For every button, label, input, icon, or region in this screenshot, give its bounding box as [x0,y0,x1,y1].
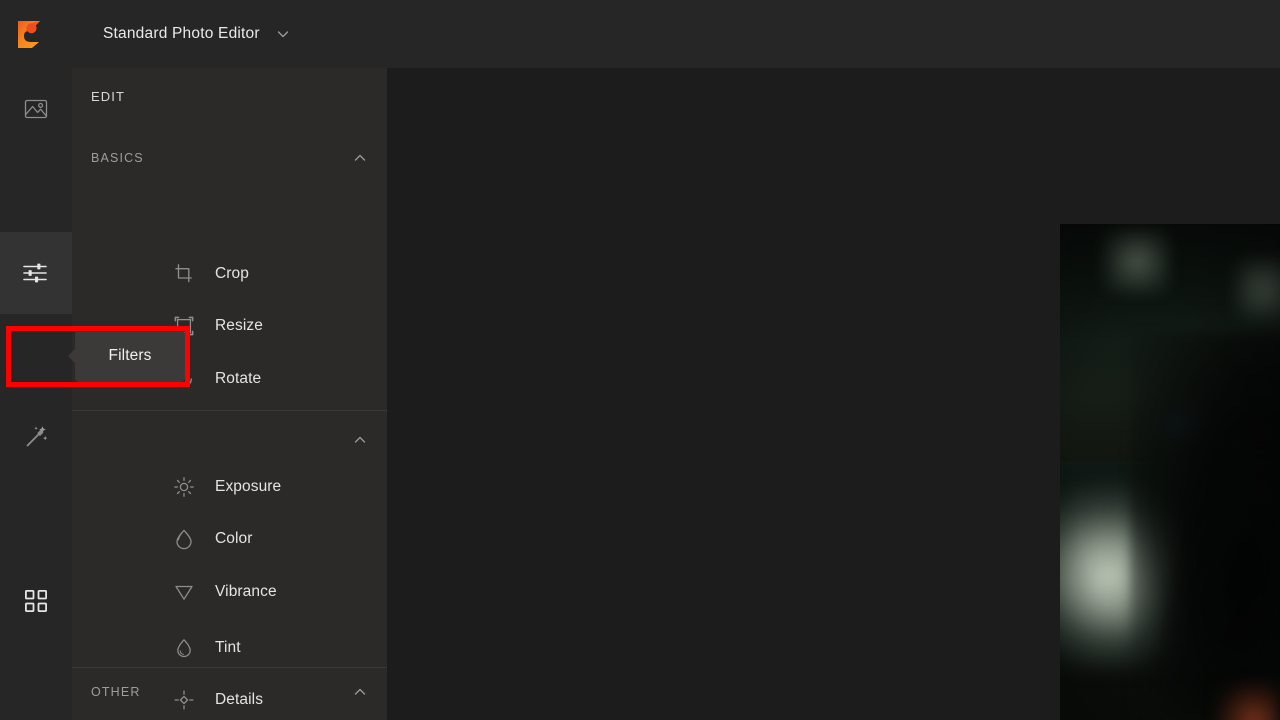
sun-icon [173,476,195,498]
tooltip-label: Filters [108,347,152,364]
app-logo-c-mark-icon [18,21,40,48]
sidebar-item-adjust[interactable] [0,232,72,314]
section-divider [72,667,387,668]
menu-item-label: Color [215,530,253,547]
menu-item-label: Crop [215,265,249,282]
menu-item-label: Rotate [215,370,262,387]
tool-rail [0,68,72,720]
menu-item-label: Exposure [215,478,282,495]
canvas-area[interactable] [387,68,1280,720]
photo-preview[interactable] [1060,224,1280,720]
chevron-up-icon[interactable] [352,684,368,700]
sliders-icon [23,263,47,283]
filters-tooltip: Filters [68,330,185,382]
menu-item-exposure[interactable]: Exposure [72,461,387,513]
image-icon [24,99,48,119]
menu-item-vibrance[interactable]: Vibrance [72,566,387,618]
app-title: Standard Photo Editor [103,25,260,42]
chevron-up-icon[interactable] [352,150,368,166]
sidebar-item-enhance[interactable] [0,396,72,478]
sidebar-item-filters[interactable] [0,560,72,642]
grid-squares-icon [25,590,47,612]
photo-vignette [1060,224,1280,720]
menu-item-crop[interactable]: Crop [72,248,387,300]
photo-editor-app: Standard Photo Editor EDIT BASICS Crop R… [0,0,1280,720]
section-header-basics[interactable]: BASICS [72,136,387,180]
sidebar-item-photos[interactable] [0,68,72,150]
tooltip-arrow-icon [68,348,76,364]
top-bar: Standard Photo Editor [0,0,1280,68]
section-header-other[interactable]: OTHER [72,670,387,714]
chevron-up-icon[interactable] [352,432,368,448]
page-title: EDIT [91,89,126,104]
menu-item-color[interactable]: Color [72,513,387,565]
droplet-icon [173,637,195,659]
edit-panel: EDIT BASICS Crop Resize Rotate Exposure … [72,68,387,720]
magic-wand-icon [26,426,48,447]
menu-item-label: Vibrance [215,583,277,600]
menu-item-label: Tint [215,639,241,656]
section-divider [72,410,387,411]
triangle-down-icon [173,581,195,603]
droplet-outline-icon [173,528,195,550]
app-logo[interactable] [0,0,58,68]
crop-icon [173,263,195,285]
menu-item-label: Resize [215,317,263,334]
section-label-basics: BASICS [91,151,144,165]
chevron-down-icon[interactable] [276,27,290,41]
section-header-adjust[interactable] [72,418,387,462]
section-label-other: OTHER [91,685,141,699]
